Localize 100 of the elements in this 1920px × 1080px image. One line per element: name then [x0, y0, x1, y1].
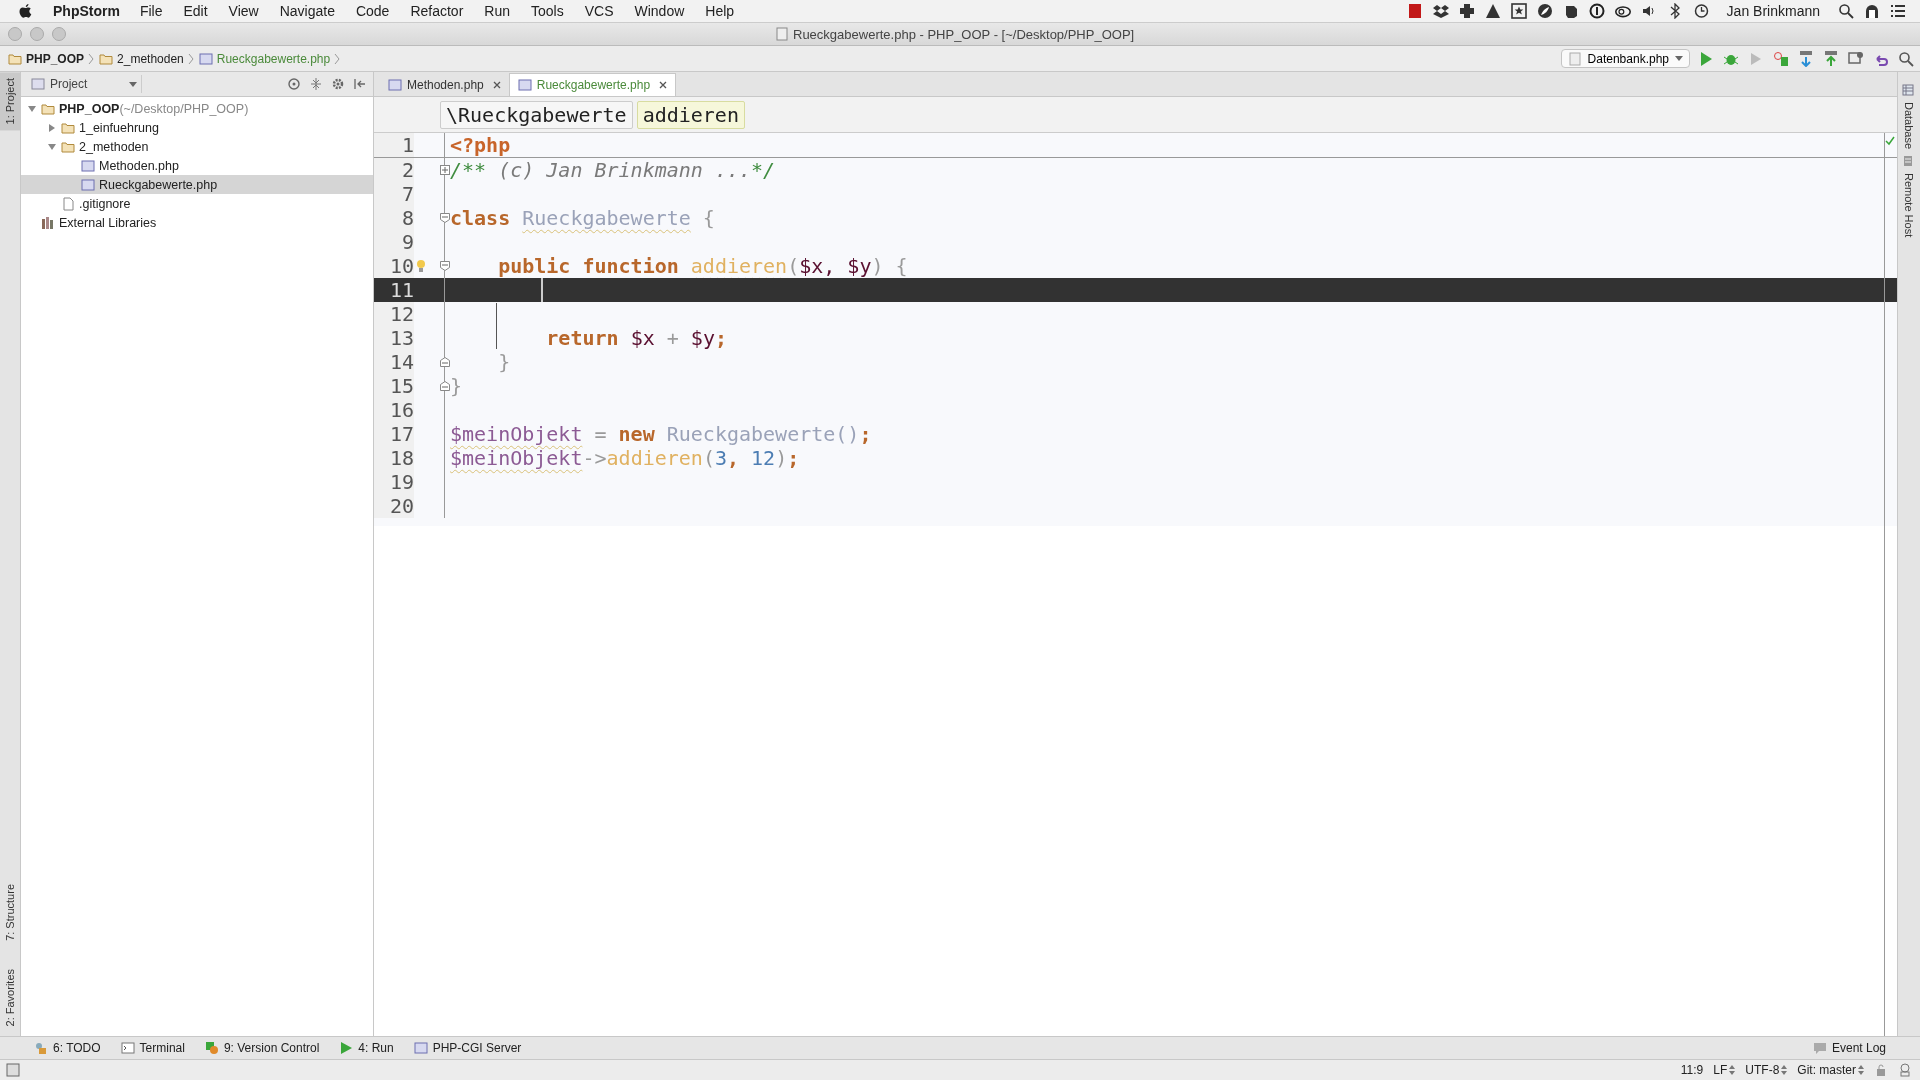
tool-window-tab[interactable]: Remote Host	[1898, 171, 1920, 240]
text-file-icon	[61, 196, 75, 211]
caret-position[interactable]: 11:9	[1680, 1063, 1704, 1077]
editor-tab[interactable]: Rueckgabewerte.php	[508, 73, 677, 96]
leaf-icon[interactable]	[1536, 3, 1553, 19]
library-icon	[41, 215, 55, 230]
collapse-icon[interactable]	[309, 77, 323, 91]
info-icon[interactable]	[1588, 3, 1605, 19]
caret-icon	[1675, 56, 1683, 61]
vcs-commit-icon[interactable]	[1823, 50, 1839, 67]
breadcrumb-item[interactable]: 2_methoden	[117, 51, 184, 66]
tool-window-tab[interactable]: 1: Project	[0, 72, 20, 131]
chevron-icon	[88, 52, 95, 65]
hide-icon[interactable]	[353, 77, 367, 91]
fold-icon[interactable]	[440, 261, 450, 271]
menu-item[interactable]: Help	[705, 3, 735, 19]
caret-icon	[129, 81, 137, 87]
fold-icon[interactable]	[440, 357, 450, 367]
settings-icon[interactable]	[331, 77, 345, 91]
code-line: }	[497, 350, 511, 374]
tree-item[interactable]: Rueckgabewerte.php	[21, 175, 373, 194]
close-icon[interactable]	[659, 81, 668, 89]
tool-window-tab[interactable]: 2: Favorites	[0, 962, 20, 1032]
menu-item[interactable]: Navigate	[279, 3, 335, 19]
expanded-arrow-icon[interactable]	[27, 103, 37, 114]
apple-icon[interactable]	[18, 3, 33, 19]
menu-item[interactable]: Edit	[183, 3, 208, 19]
code-line: }	[449, 374, 463, 398]
stop-debug-icon[interactable]	[1773, 50, 1789, 67]
tool-window-button[interactable]: Terminal	[116, 1041, 189, 1055]
tool-window-button[interactable]: PHP-CGI Server	[409, 1041, 526, 1055]
tree-item[interactable]: PHP_OOP(~/Desktop/PHP_OOP)	[21, 99, 373, 118]
run-icon	[339, 1041, 354, 1055]
tool-window-tab[interactable]: 7: Structure	[0, 877, 20, 947]
collapsed-arrow-icon[interactable]	[47, 122, 57, 133]
line-number: 14	[374, 350, 414, 374]
lock-icon[interactable]	[1874, 1063, 1888, 1077]
user-name[interactable]: Jan Brinkmann	[1726, 3, 1820, 19]
lightbulb-icon[interactable]	[416, 259, 426, 273]
run-config-dropdown[interactable]: Datenbank.php	[1560, 49, 1690, 68]
close-icon[interactable]	[492, 81, 501, 89]
volume-icon[interactable]	[1640, 3, 1657, 19]
tool-window-tab[interactable]: Database	[1898, 100, 1920, 152]
menu-item[interactable]: Code	[355, 3, 390, 19]
film-icon[interactable]	[1406, 3, 1423, 19]
triangle-icon[interactable]	[1484, 3, 1501, 19]
vcs-update-icon[interactable]	[1798, 50, 1814, 67]
tool-window-button[interactable]: 4: Run	[335, 1041, 398, 1055]
fold-icon[interactable]	[440, 381, 450, 391]
menu-item[interactable]: Window	[634, 3, 685, 19]
code-line: public function addieren($x, $y) {	[497, 254, 908, 278]
line-number: 1	[374, 133, 414, 157]
status-item[interactable]: LF	[1713, 1063, 1728, 1077]
breadcrumb-item[interactable]: Rueckgabewerte.php	[216, 51, 331, 66]
expanded-arrow-icon[interactable]	[47, 141, 57, 152]
run-icon[interactable]	[1698, 50, 1714, 67]
breadcrumb-item[interactable]: PHP_OOP	[26, 51, 85, 66]
file-icon	[1567, 51, 1582, 66]
menu-item[interactable]: Refactor	[410, 3, 464, 19]
box-icon[interactable]	[1432, 3, 1449, 19]
line-number: 19	[374, 470, 414, 494]
menu-item[interactable]: Tools	[531, 3, 564, 19]
clock-icon[interactable]	[1692, 3, 1709, 19]
status-item[interactable]: UTF-8	[1745, 1063, 1780, 1077]
tree-item[interactable]: Methoden.php	[21, 156, 373, 175]
list-icon[interactable]	[1890, 3, 1906, 19]
window-icon[interactable]	[1848, 50, 1864, 67]
line-number: 9	[374, 230, 414, 254]
text-cursor	[541, 278, 543, 302]
status-item[interactable]: Git: master	[1797, 1063, 1856, 1077]
code-breadcrumb[interactable]: \Rueckgabewerte	[440, 100, 633, 129]
check-icon	[1885, 136, 1895, 146]
panel-toggle-icon[interactable]	[6, 1063, 20, 1077]
php-file-icon	[81, 177, 95, 192]
fold-icon[interactable]	[440, 213, 450, 223]
menu-item[interactable]: File	[139, 3, 163, 19]
tree-item[interactable]: 1_einfuehrung	[21, 118, 373, 137]
target-icon[interactable]	[287, 77, 301, 91]
fold-icon[interactable]	[440, 165, 450, 175]
tree-item[interactable]: External Libraries	[21, 213, 373, 232]
editor-tab[interactable]: Methoden.php	[380, 74, 509, 96]
line-number: 16	[374, 398, 414, 422]
inspector-icon[interactable]	[1898, 1063, 1912, 1077]
code-line: /** (c) Jan Brinkmann ...*/	[449, 158, 776, 182]
version-control-icon	[204, 1041, 219, 1055]
plus-icon[interactable]	[1458, 3, 1475, 19]
tool-window-button[interactable]: 9: Version Control	[200, 1041, 324, 1055]
tree-item[interactable]: 2_methoden	[21, 137, 373, 156]
menu-item[interactable]: VCS	[584, 3, 614, 19]
up-down-icon	[1781, 1065, 1788, 1075]
event-log-button[interactable]: Event Log	[1808, 1041, 1890, 1055]
search-icon[interactable]	[1898, 50, 1914, 67]
menu-item[interactable]: View	[228, 3, 259, 19]
search-icon[interactable]	[1838, 3, 1854, 19]
tool-window-button[interactable]: 6: TODO	[30, 1041, 105, 1055]
code-breadcrumb[interactable]: addieren	[636, 100, 745, 129]
up-down-icon	[1858, 1065, 1864, 1075]
menu-item[interactable]: Run	[484, 3, 510, 19]
app-menu[interactable]: PhpStorm	[53, 3, 120, 19]
tree-item[interactable]: .gitignore	[21, 194, 373, 213]
